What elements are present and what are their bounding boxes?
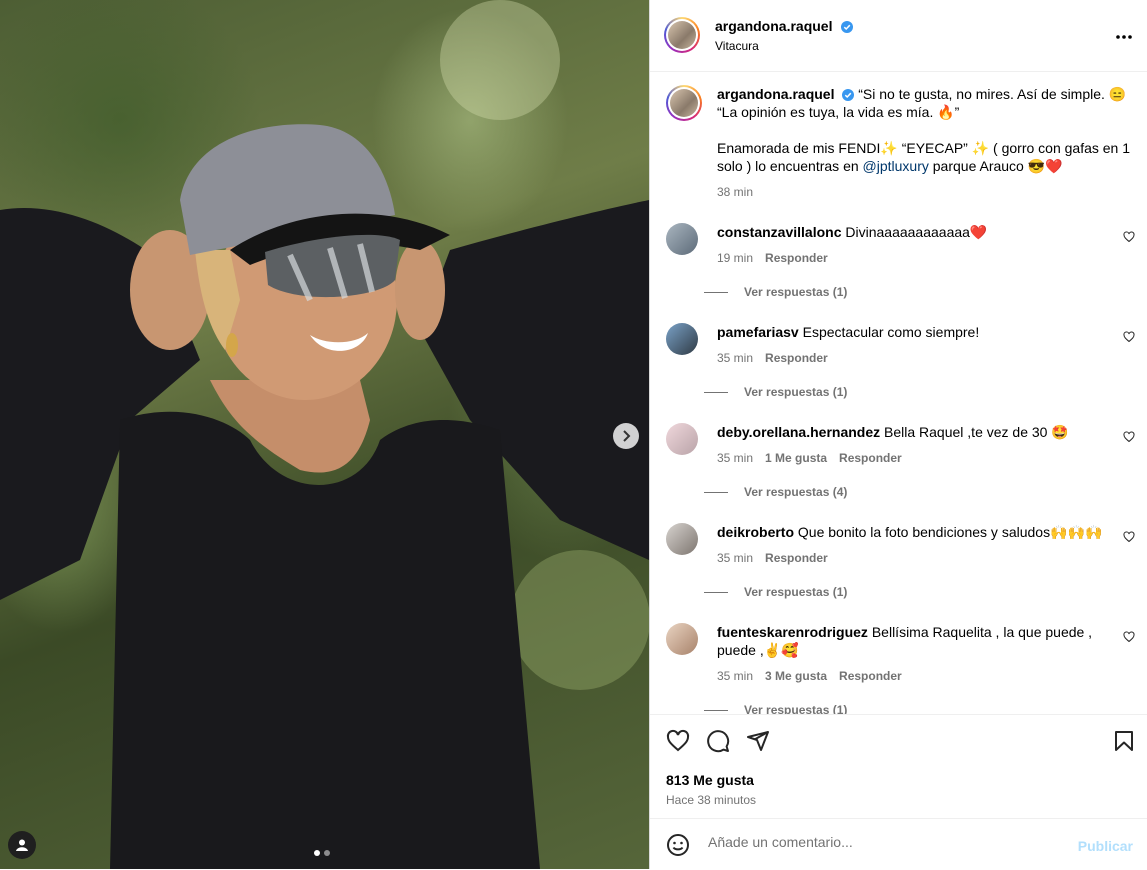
next-photo-button[interactable] <box>613 423 639 449</box>
comment-time[interactable]: 35 min <box>717 551 753 565</box>
post-side-panel: argandona.raquel Vitacura argandona.raqu… <box>649 0 1147 869</box>
chevron-right-icon <box>623 430 631 442</box>
caption-text-4: parque Arauco 😎❤️ <box>928 158 1063 174</box>
commenter-username[interactable]: deby.orellana.hernandez <box>717 424 880 440</box>
commenter-avatar[interactable] <box>666 423 698 455</box>
view-replies-label: Ver respuestas (4) <box>744 485 848 499</box>
comment-likes-count[interactable]: 1 Me gusta <box>765 451 827 465</box>
comment-text: Espectacular como siempre! <box>802 324 980 340</box>
carousel-indicator <box>314 850 330 856</box>
emoji-picker-icon[interactable] <box>666 833 690 857</box>
author-avatar[interactable] <box>664 17 700 53</box>
view-replies-button[interactable]: Ver respuestas (4) <box>704 485 847 499</box>
post-location[interactable]: Vitacura <box>715 39 759 53</box>
comment-text: Que bonito la foto bendiciones y saludos… <box>797 524 1103 540</box>
reply-button[interactable]: Responder <box>765 251 828 265</box>
post-header: argandona.raquel Vitacura <box>650 0 1147 72</box>
comment-time[interactable]: 35 min <box>717 669 753 683</box>
add-comment-bar: Publicar <box>650 818 1147 870</box>
like-heart-icon[interactable] <box>666 729 690 753</box>
caption-time[interactable]: 38 min <box>717 185 753 199</box>
commenter-avatar[interactable] <box>666 623 698 655</box>
view-replies-label: Ver respuestas (1) <box>744 385 848 399</box>
view-replies-label: Ver respuestas (1) <box>744 285 848 299</box>
post-timestamp[interactable]: Hace 38 minutos <box>666 793 756 807</box>
tagged-users-button[interactable] <box>8 831 36 859</box>
verified-badge-icon <box>842 89 855 101</box>
commenter-avatar[interactable] <box>666 223 698 255</box>
reply-button[interactable]: Responder <box>839 669 902 683</box>
commenter-avatar[interactable] <box>666 523 698 555</box>
caption-username[interactable]: argandona.raquel <box>717 86 834 102</box>
commenter-avatar[interactable] <box>666 323 698 355</box>
commenter-username[interactable]: constanzavillalonc <box>717 224 841 240</box>
user-icon <box>16 839 28 851</box>
comment-time[interactable]: 35 min <box>717 451 753 465</box>
caption-mention-link[interactable]: @jptluxury <box>863 158 929 174</box>
view-replies-button[interactable]: Ver respuestas (1) <box>704 585 847 599</box>
comment-likes-count[interactable]: 3 Me gusta <box>765 669 827 683</box>
share-send-icon[interactable] <box>746 729 770 753</box>
reply-button[interactable]: Responder <box>765 551 828 565</box>
commenter-username[interactable]: pamefariasv <box>717 324 799 340</box>
like-comment-heart-icon[interactable] <box>1123 231 1135 243</box>
view-replies-label: Ver respuestas (1) <box>744 703 848 714</box>
author-username[interactable]: argandona.raquel <box>715 18 832 34</box>
carousel-dot <box>324 850 330 856</box>
caption-text-2: “La opinión es tuya, la vida es mía. 🔥” <box>717 104 960 120</box>
post-actions: 813 Me gusta Hace 38 minutos <box>650 714 1147 807</box>
comment-time[interactable]: 35 min <box>717 351 753 365</box>
save-bookmark-icon[interactable] <box>1112 729 1136 753</box>
view-replies-button[interactable]: Ver respuestas (1) <box>704 703 847 714</box>
more-options-button[interactable] <box>1115 27 1133 45</box>
view-replies-button[interactable]: Ver respuestas (1) <box>704 285 847 299</box>
comment-bubble-icon[interactable] <box>706 729 730 753</box>
comment-text: Bella Raquel ,te vez de 30 🤩 <box>884 424 1069 440</box>
verified-badge-icon <box>840 21 853 33</box>
caption-author-avatar[interactable] <box>666 85 702 121</box>
like-comment-heart-icon[interactable] <box>1123 631 1135 643</box>
view-replies-button[interactable]: Ver respuestas (1) <box>704 385 847 399</box>
post-image-illustration <box>0 0 649 869</box>
post-photo[interactable] <box>0 0 649 869</box>
like-comment-heart-icon[interactable] <box>1123 431 1135 443</box>
reply-button[interactable]: Responder <box>839 451 902 465</box>
view-replies-label: Ver respuestas (1) <box>744 585 848 599</box>
commenter-username[interactable]: deikroberto <box>717 524 794 540</box>
comment-time[interactable]: 19 min <box>717 251 753 265</box>
likes-count[interactable]: 813 Me gusta <box>666 772 754 788</box>
publish-comment-button[interactable]: Publicar <box>1078 838 1133 854</box>
reply-button[interactable]: Responder <box>765 351 828 365</box>
like-comment-heart-icon[interactable] <box>1123 531 1135 543</box>
comment-input[interactable] <box>706 833 1050 851</box>
caption-text-1: “Si no te gusta, no mires. Así de simple… <box>858 86 1127 102</box>
comment-text: Divinaaaaaaaaaaaa❤️ <box>845 224 988 240</box>
comments-list[interactable]: argandona.raquel “Si no te gusta, no mir… <box>650 72 1147 714</box>
more-horizontal-icon <box>1116 35 1132 39</box>
carousel-dot-active <box>314 850 320 856</box>
commenter-username[interactable]: fuenteskarenrodriguez <box>717 624 868 640</box>
like-comment-heart-icon[interactable] <box>1123 331 1135 343</box>
